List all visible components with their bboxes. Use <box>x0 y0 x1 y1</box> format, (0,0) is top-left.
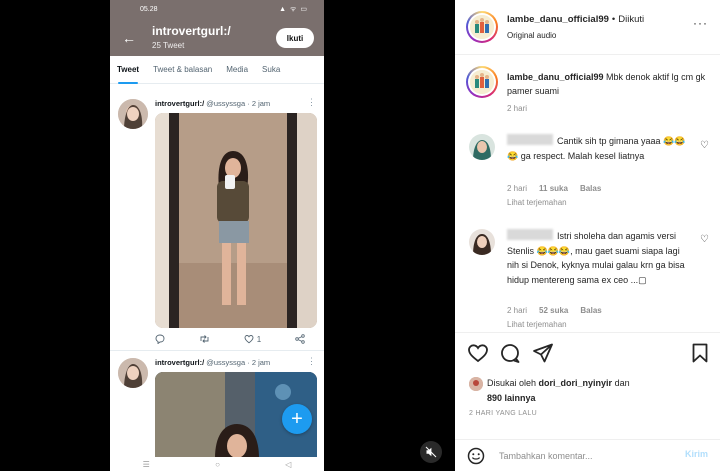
profile-tabs: Tweet Tweet & balasan Media Suka <box>110 56 324 84</box>
commenter-avatar[interactable] <box>469 229 495 255</box>
recents-icon: ☰ <box>142 459 150 469</box>
post-date: 2 HARI YANG LALU <box>469 410 537 417</box>
comment-text: Cantik sih tp gimana yaaa 😂😂😂 ga respect… <box>507 134 686 161</box>
tweet-time: · 2 jam <box>247 358 271 367</box>
tweet-count: 25 Tweet <box>152 41 185 50</box>
profile-name: introvertgurl:/ <box>152 24 231 38</box>
tab-likes: Suka <box>262 65 281 74</box>
post-actions: Disukai oleh dori_dori_nyinyir dan 890 l… <box>455 332 720 467</box>
tweet-actions: 1 <box>155 334 305 344</box>
reply-icon <box>155 334 165 344</box>
comments-panel: lambe_danu_official99 • Diikuti Original a… <box>455 0 720 471</box>
status-bar: 05.28 ▲ ᯤ ▭ <box>110 0 324 18</box>
liked-by-user[interactable]: dori_dori_nyinyir <box>539 378 613 388</box>
author-avatar[interactable] <box>466 11 498 43</box>
tweet-meta: introvertgurl:/ @ussyssga · 2 jam <box>155 99 270 108</box>
following-button[interactable]: Diikuti <box>618 14 644 25</box>
blurred-username <box>507 229 553 240</box>
tweet-handle: @ussyssga <box>206 358 246 367</box>
see-translation-link[interactable]: Lihat terjemahan <box>507 320 567 329</box>
comment-time: 2 hari <box>507 306 528 315</box>
commenter-avatar[interactable] <box>469 134 495 160</box>
likes-summary: Disukai oleh dori_dori_nyinyir dan 890 l… <box>487 378 630 403</box>
caption-time: 2 hari <box>507 104 528 113</box>
comment-text: Istri sholeha dan agamis versi Stenlis 😂… <box>507 229 685 285</box>
liker-avatar <box>469 377 483 391</box>
post-author-line: lambe_danu_official99 • Diikuti <box>507 14 645 25</box>
more-icon: ⋮ <box>307 97 316 107</box>
audio-link[interactable]: Original audio <box>507 31 556 40</box>
comment-like-heart-icon[interactable]: ♡ <box>700 140 709 151</box>
share-direct-icon[interactable] <box>532 342 554 364</box>
tab-media: Media <box>226 65 249 74</box>
status-time: 05.28 <box>140 5 158 13</box>
retweet-icon <box>199 334 210 344</box>
likes-count-link[interactable]: 890 lainnya <box>487 393 536 403</box>
home-icon: ○ <box>215 459 220 469</box>
see-translation-link[interactable]: Lihat terjemahan <box>507 198 567 207</box>
comment-likes[interactable]: 52 suka <box>539 306 568 315</box>
heart-icon <box>244 335 254 344</box>
comment-likes[interactable]: 11 suka <box>539 184 568 193</box>
android-nav-bar: ☰ ○ ◁ <box>110 457 324 471</box>
save-bookmark-icon[interactable] <box>689 342 711 364</box>
tweet-handle: @ussyssga <box>206 99 246 108</box>
more-options-icon[interactable]: ··· <box>693 16 708 30</box>
follow-button: Ikuti <box>276 28 314 48</box>
compose-fab: + <box>282 404 312 434</box>
reply-button[interactable]: Balas <box>580 306 601 315</box>
tweet: introvertgurl:/ @ussyssga · 2 jam ⋮ <box>110 93 324 351</box>
share-icon <box>295 334 305 344</box>
emoji-icon[interactable] <box>467 447 485 465</box>
tweet-author: introvertgurl:/ <box>155 99 205 108</box>
tweet-time: · 2 jam <box>247 99 271 108</box>
avatar <box>118 358 148 388</box>
status-icons: ▲ ᯤ ▭ <box>279 5 308 13</box>
post-header: lambe_danu_official99 • Diikuti Original a… <box>455 0 720 55</box>
comment-like-heart-icon[interactable]: ♡ <box>700 234 709 245</box>
screen: 05.28 ▲ ᯤ ▭ ← introvertgurl:/ 25 Tweet I… <box>0 0 720 471</box>
like-heart-icon[interactable] <box>467 342 489 364</box>
tab-tweet: Tweet <box>110 56 146 84</box>
caption-avatar[interactable] <box>466 66 498 98</box>
muted-speaker-icon <box>425 446 437 458</box>
tweet-meta: introvertgurl:/ @ussyssga · 2 jam <box>155 358 270 367</box>
comment-meta: 2 hari 52 suka Balas <box>507 306 614 315</box>
post-comment-button[interactable]: Kirim <box>685 449 708 459</box>
like-count: 1 <box>256 334 262 344</box>
profile-header: 05.28 ▲ ᯤ ▭ ← introvertgurl:/ 25 Tweet I… <box>110 0 324 56</box>
comment-time: 2 hari <box>507 184 528 193</box>
comment-meta: 2 hari 11 suka Balas <box>507 184 613 193</box>
avatar <box>118 99 148 129</box>
back-arrow-icon: ← <box>122 30 136 46</box>
tweet-photo <box>155 113 317 328</box>
like-action: 1 <box>244 334 261 344</box>
author-username[interactable]: lambe_danu_official99 <box>507 14 609 25</box>
comment-input[interactable] <box>499 448 659 464</box>
reply-button[interactable]: Balas <box>580 184 601 193</box>
tab-tweet-replies: Tweet & balasan <box>153 65 213 74</box>
back-icon: ◁ <box>285 459 292 469</box>
mute-toggle-button[interactable] <box>420 441 442 463</box>
add-comment-bar: Kirim <box>455 439 720 471</box>
action-icons <box>467 342 709 364</box>
caption: lambe_danu_official99 Mbk denok aktif lg… <box>507 70 707 98</box>
blurred-username <box>507 134 553 145</box>
post-media-phone-screenshot: 05.28 ▲ ᯤ ▭ ← introvertgurl:/ 25 Tweet I… <box>110 0 324 471</box>
tweet-author: introvertgurl:/ <box>155 358 205 367</box>
more-icon: ⋮ <box>307 356 316 366</box>
comment-icon[interactable] <box>499 342 521 364</box>
caption-username[interactable]: lambe_danu_official99 <box>507 72 604 82</box>
